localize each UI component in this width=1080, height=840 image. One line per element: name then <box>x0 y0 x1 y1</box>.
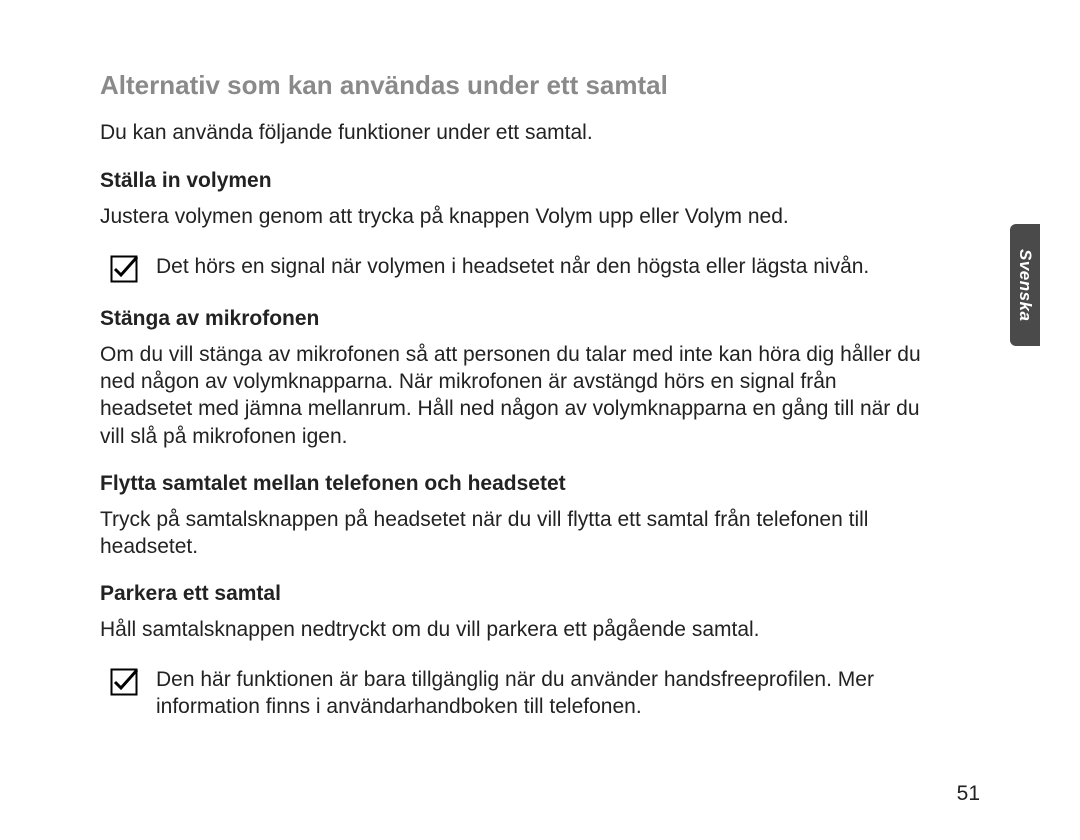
intro-text: Du kan använda följande funktioner under… <box>100 119 980 147</box>
checkbox-icon <box>110 255 138 283</box>
page-title: Alternativ som kan användas under ett sa… <box>100 70 980 101</box>
section-body: Justera volymen genom att trycka på knap… <box>100 203 930 230</box>
note-block: Den här funktionen är bara tillgänglig n… <box>100 666 950 721</box>
section-body: Håll samtalsknappen nedtryckt om du vill… <box>100 616 930 643</box>
section-heading: Ställa in volymen <box>100 169 980 193</box>
note-text: Det hörs en signal när volymen i headset… <box>156 253 869 280</box>
section-body: Om du vill stänga av mikrofonen så att p… <box>100 341 930 450</box>
page-number: 51 <box>957 782 980 806</box>
section-body: Tryck på samtalsknappen på headsetet när… <box>100 506 930 561</box>
section-heading: Parkera ett samtal <box>100 582 980 606</box>
section-heading: Flytta samtalet mellan telefonen och hea… <box>100 472 980 496</box>
note-text: Den här funktionen är bara tillgänglig n… <box>156 666 950 721</box>
manual-page: Svenska Alternativ som kan användas unde… <box>0 0 1080 840</box>
section-heading: Stänga av mikrofonen <box>100 307 980 331</box>
note-block: Det hörs en signal när volymen i headset… <box>100 253 950 283</box>
checkbox-icon <box>110 668 138 696</box>
language-tab: Svenska <box>1010 224 1040 346</box>
language-tab-label: Svenska <box>1015 249 1035 322</box>
